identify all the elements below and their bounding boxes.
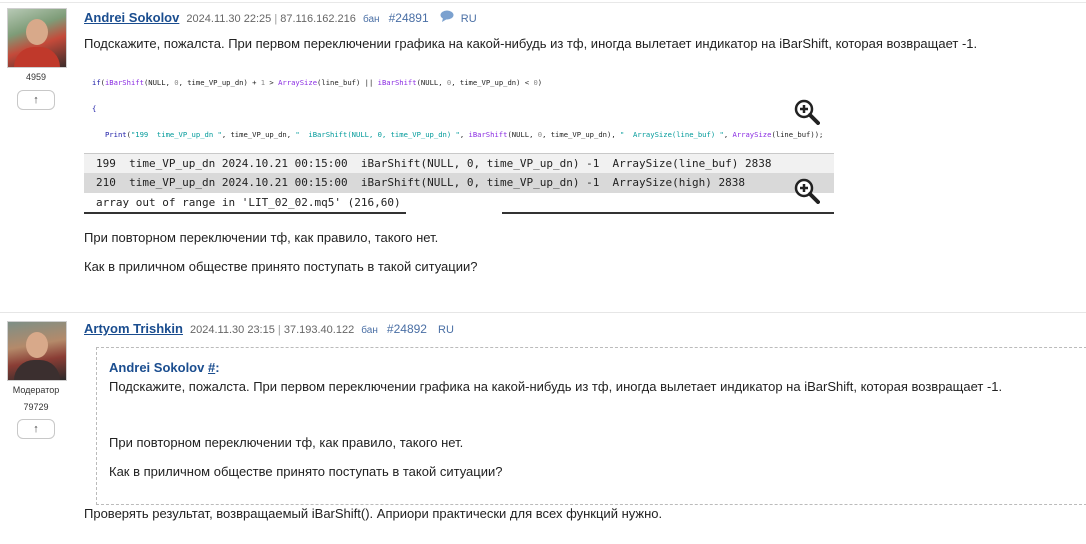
- log-line: 210 time_VP_up_dn 2024.10.21 00:15:00 iB…: [84, 173, 834, 193]
- post-datetime: 2024.11.30 23:15: [190, 324, 275, 336]
- code-line: {: [92, 103, 97, 113]
- arrow-up-icon: ↑: [33, 423, 39, 435]
- avatar-shirt: [14, 47, 60, 67]
- forum-post: 4959 ↑ Andrei Sokolov 2024.11.30 22:25 |…: [0, 0, 1086, 300]
- avatar-shirt: [14, 360, 60, 380]
- language-link[interactable]: RU: [438, 324, 454, 336]
- post-text: Подскажите, пожалста. При первом переклю…: [84, 36, 978, 51]
- arrow-up-icon: ↑: [33, 94, 39, 106]
- upvote-button[interactable]: ↑: [17, 90, 55, 110]
- translate-icon[interactable]: [440, 10, 454, 25]
- log-screenshot[interactable]: 199 time_VP_up_dn 2024.10.21 00:15:00 iB…: [84, 150, 834, 214]
- log-line: 199 time_VP_up_dn 2024.10.21 00:15:00 iB…: [84, 153, 834, 173]
- quote-text: При повторном переключении тф, как прави…: [109, 435, 464, 450]
- quote-colon: :: [215, 360, 220, 375]
- post-id-link[interactable]: #24891: [389, 11, 429, 25]
- log-line: array out of range in 'LIT_02_02.mq5' (2…: [84, 193, 834, 213]
- code-line: if(iBarShift(NULL, 0, time_VP_up_dn) + 1…: [92, 78, 543, 88]
- avatar-face: [26, 332, 48, 358]
- quote-author-name[interactable]: Andrei Sokolov: [109, 360, 204, 375]
- post-header: Artyom Trishkin 2024.11.30 23:15 | 37.19…: [84, 321, 454, 336]
- language-link[interactable]: RU: [461, 13, 477, 25]
- quote-author: Andrei Sokolov #:: [109, 360, 220, 375]
- post-ip: 37.193.40.122: [283, 324, 355, 336]
- post-header: Andrei Sokolov 2024.11.30 22:25 | 87.116…: [84, 10, 477, 25]
- reply-text: Проверять результат, возвращаемый iBarSh…: [84, 506, 663, 521]
- post-id-link[interactable]: #24892: [387, 322, 427, 336]
- quote-block: Andrei Sokolov #: Подскажите, пожалста. …: [96, 347, 1086, 505]
- zoom-in-icon[interactable]: [794, 178, 820, 204]
- ban-link[interactable]: бан: [361, 325, 378, 336]
- log-underline: [84, 212, 406, 214]
- avatar-face: [26, 19, 48, 45]
- post-text: Как в приличном обществе принято поступа…: [84, 259, 478, 274]
- code-screenshot[interactable]: if(iBarShift(NULL, 0, time_VP_up_dn) + 1…: [92, 62, 834, 140]
- avatar[interactable]: [7, 8, 67, 68]
- author-link[interactable]: Artyom Trishkin: [84, 321, 183, 336]
- zoom-in-icon[interactable]: [794, 99, 820, 125]
- user-rating: 4959: [25, 72, 47, 82]
- quote-text: Как в приличном обществе принято поступа…: [109, 464, 503, 479]
- avatar[interactable]: [7, 321, 67, 381]
- user-rating: 79729: [23, 402, 49, 412]
- post-datetime: 2024.11.30 22:25: [186, 13, 272, 25]
- user-role: Модератор: [12, 385, 60, 395]
- author-link[interactable]: Andrei Sokolov: [84, 10, 179, 25]
- upvote-button[interactable]: ↑: [17, 419, 55, 439]
- forum-post: Модератор 79729 ↑ Artyom Trishkin 2024.1…: [0, 312, 1086, 544]
- post-ip: 87.116.162.216: [280, 13, 356, 25]
- ban-link[interactable]: бан: [363, 14, 380, 25]
- log-underline: [502, 212, 834, 214]
- code-line: Print("199 time_VP_up_dn ", time_VP_up_d…: [104, 129, 824, 139]
- quote-text: Подскажите, пожалста. При первом переклю…: [109, 379, 1003, 394]
- post-text: При повторном переключении тф, как прави…: [84, 230, 439, 245]
